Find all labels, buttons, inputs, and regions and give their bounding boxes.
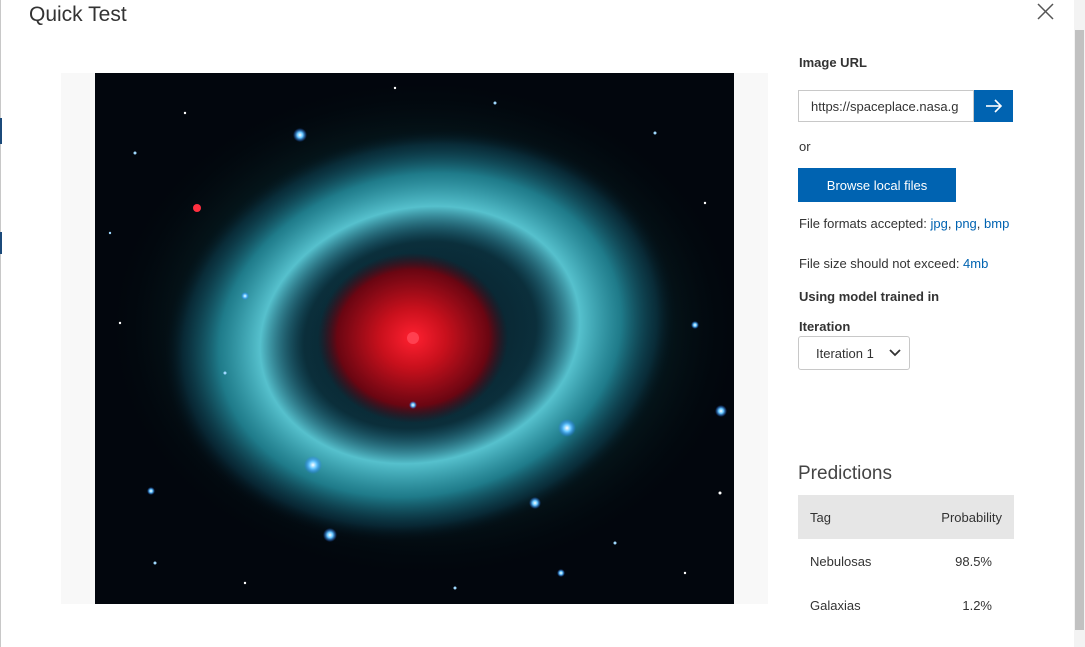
file-size-link[interactable]: 4mb (963, 256, 988, 271)
comma-separator: , (976, 216, 985, 231)
file-formats-info: File formats accepted: jpg, png, bmp (799, 214, 1019, 234)
arrow-right-icon (986, 99, 1003, 113)
file-size-prefix: File size should not exceed: (799, 256, 964, 271)
format-link-jpg[interactable]: jpg (931, 216, 948, 231)
column-header-probability[interactable]: Probability (906, 495, 1014, 539)
table-row: Nebulosas 98.5% (798, 539, 1014, 583)
quick-test-dialog: Quick Test Image URL https://spaceplace.… (0, 0, 1085, 647)
prediction-probability: 98.5% (955, 553, 992, 569)
predictions-table: Tag Probability Nebulosas 98.5% Galaxias… (798, 495, 1014, 627)
file-size-info: File size should not exceed: 4mb (799, 254, 1019, 274)
page-edge-divider (0, 0, 1, 647)
vertical-scrollbar[interactable] (1074, 0, 1085, 647)
image-preview-frame (61, 73, 768, 604)
table-row: Galaxias 1.2% (798, 583, 1014, 627)
image-url-input[interactable] (798, 90, 974, 122)
image-url-label: Image URL (799, 55, 867, 70)
prediction-probability: 1.2% (962, 597, 992, 613)
file-formats-prefix: File formats accepted: (799, 216, 931, 231)
iteration-selected-value: Iteration 1 (816, 345, 874, 361)
format-link-png[interactable]: png (955, 216, 977, 231)
submit-url-button[interactable] (974, 90, 1013, 122)
scrollbar-thumb[interactable] (1075, 30, 1084, 630)
test-image-preview (95, 73, 734, 604)
model-heading: Using model trained in (799, 289, 940, 304)
or-separator: or (799, 139, 811, 154)
table-header-row: Tag Probability (798, 495, 1014, 539)
prediction-tag: Galaxias (810, 597, 861, 613)
format-link-bmp[interactable]: bmp (984, 216, 1009, 231)
browse-local-files-button[interactable]: Browse local files (798, 168, 956, 202)
dialog-title: Quick Test (29, 3, 127, 26)
iteration-dropdown[interactable]: Iteration 1 (798, 336, 910, 370)
page-edge-marker (0, 232, 2, 254)
right-panel: Image URL or Browse local files File for… (798, 0, 1070, 647)
comma-separator: , (947, 216, 956, 231)
chevron-down-icon (889, 349, 901, 357)
page-edge-marker (0, 118, 2, 144)
prediction-tag: Nebulosas (810, 553, 872, 569)
predictions-title: Predictions (798, 463, 892, 484)
column-header-tag[interactable]: Tag (798, 495, 907, 539)
iteration-label: Iteration (799, 319, 851, 334)
